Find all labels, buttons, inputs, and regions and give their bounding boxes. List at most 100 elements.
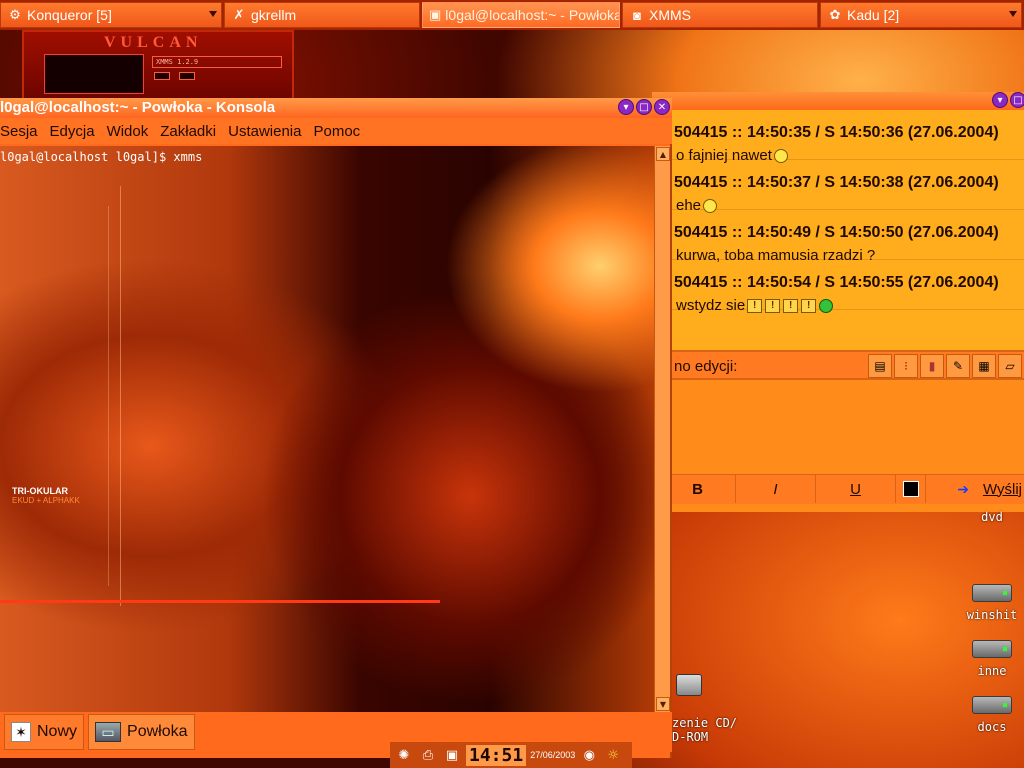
task-gkrellm[interactable]: ✗ gkrellm [224, 2, 420, 28]
exclamation-icon: ! [801, 298, 817, 313]
menu-pomoc[interactable]: Pomoc [313, 123, 360, 140]
exclamation-icon: ! [747, 298, 763, 313]
task-xmms[interactable]: ◙ XMMS [622, 2, 818, 28]
hard-drive-icon [972, 696, 1012, 714]
green-face-icon [819, 298, 834, 313]
desktop-icon-docs[interactable]: docs [962, 696, 1022, 734]
new-session-icon: ✶ [11, 722, 31, 742]
wallpaper-line [120, 186, 121, 606]
konsole-window: l0gal@localhost:~ - Powłoka - Konsola ▾ … [0, 98, 672, 758]
lock-icon[interactable]: ▮ [920, 354, 944, 378]
cdrom-icon [676, 674, 702, 696]
system-tray: ✺ ⎙ ▣ 14:51 27/06/2003 ◉ ☼ [390, 742, 632, 768]
menu-bar: Sesja Edycja Widok Zakładki Ustawienia P… [0, 118, 672, 144]
italic-button[interactable]: I [736, 475, 816, 503]
address-book-icon[interactable]: ▦ [972, 354, 996, 378]
desktop-icon-label: inne [977, 664, 1007, 678]
wallpaper-text: TRI-OKULAR EKUD + ALPHAKK [12, 486, 80, 506]
traffic-light-icon[interactable]: ⁝ [894, 354, 918, 378]
monitor-icon[interactable]: ▣ [442, 745, 462, 765]
task-label: XMMS [649, 7, 691, 23]
scrollbar[interactable]: ▲ ▼ [654, 146, 670, 712]
wallpaper-text-line: EKUD + ALPHAKK [12, 496, 80, 505]
xmms-icon: ◙ [633, 7, 641, 23]
chevron-down-icon[interactable] [1009, 11, 1017, 17]
konsole-titlebar[interactable]: l0gal@localhost:~ - Powłoka - Konsola ▾ … [0, 98, 672, 118]
konqueror-icon: ⚙ [9, 7, 21, 22]
desktop-icon-winshit[interactable]: winshit [962, 584, 1022, 622]
gkrellm-icon: ✗ [233, 7, 245, 22]
pen-icon[interactable]: ✎ [946, 354, 970, 378]
menu-ustawienia[interactable]: Ustawienia [228, 123, 301, 140]
desktop-icon-cdrom[interactable]: zenie CD/ D-ROM [672, 660, 738, 744]
desktop-icon-label: zenie CD/ D-ROM [672, 716, 738, 744]
terminal-area[interactable]: l0gal@localhost l0gal]$ xmms TRI-OKULAR … [0, 146, 654, 712]
hard-drive-icon [972, 584, 1012, 602]
task-label: Kadu [2] [847, 7, 900, 23]
window-buttons: ▾ □ ✕ [618, 99, 670, 115]
task-konqueror[interactable]: ⚙ Konqueror [5] [0, 2, 222, 28]
xmms-button[interactable] [154, 72, 170, 80]
top-taskbar: ⚙ Konqueror [5] ✗ gkrellm ▣ l0gal@localh… [0, 0, 1024, 30]
desktop-icon-label: docs [977, 720, 1007, 734]
maximize-icon[interactable]: □ [1010, 92, 1024, 108]
color-button[interactable] [896, 475, 926, 503]
kadu-icon: ✿ [829, 7, 841, 22]
sun-icon[interactable]: ☼ [603, 745, 623, 765]
minimize-icon[interactable]: ▾ [618, 99, 634, 115]
chevron-down-icon[interactable] [209, 11, 217, 17]
task-konsole[interactable]: ▣ l0gal@localhost:~ - Powłoka [422, 2, 620, 28]
hard-drive-icon [972, 640, 1012, 658]
message-header: 504415 :: 14:50:49 / S 14:50:50 (27.06.2… [674, 224, 999, 241]
chat-message: 504415 :: 14:50:35 / S 14:50:36 (27.06.2… [652, 110, 1024, 164]
message-header: 504415 :: 14:50:54 / S 14:50:55 (27.06.2… [674, 274, 999, 291]
color-swatch-icon [902, 481, 919, 497]
network-icon[interactable]: ✺ [394, 745, 414, 765]
menu-widok[interactable]: Widok [107, 123, 149, 140]
message-header: 504415 :: 14:50:37 / S 14:50:38 (27.06.2… [674, 174, 999, 191]
xmms-logo: VULCAN [104, 34, 203, 51]
task-label: Konqueror [5] [27, 7, 112, 23]
tab-powloka[interactable]: ▭ Powłoka [88, 714, 195, 750]
wallpaper-line [108, 206, 109, 586]
menu-zakladki[interactable]: Zakładki [160, 123, 216, 140]
printer-icon[interactable]: ⎙ [418, 745, 438, 765]
message-input[interactable] [652, 382, 1024, 474]
task-label: l0gal@localhost:~ - Powłoka [445, 7, 620, 23]
underline-button[interactable]: U [816, 475, 896, 503]
wallpaper-text-line: TRI-OKULAR [12, 486, 68, 496]
globe-icon[interactable]: ◉ [579, 745, 599, 765]
clear-icon[interactable]: ▱ [998, 354, 1022, 378]
menu-edycja[interactable]: Edycja [50, 123, 95, 140]
kadu-titlebar[interactable]: ▾ □ [652, 92, 1024, 110]
scroll-up-icon[interactable]: ▲ [656, 147, 670, 161]
minimize-icon[interactable]: ▾ [992, 92, 1008, 108]
close-icon[interactable]: ✕ [654, 99, 670, 115]
xmms-player[interactable]: VULCAN XMMS 1.2.9 [22, 30, 294, 100]
message-body: wstydz sie ! ! ! ! [676, 297, 834, 314]
tray-date: 27/06/2003 [530, 750, 576, 760]
send-button[interactable]: ➔ Wyślij [926, 475, 1024, 503]
scroll-down-icon[interactable]: ▼ [656, 697, 670, 711]
task-kadu[interactable]: ✿ Kadu [2] [820, 2, 1022, 28]
send-label: Wyślij [982, 480, 1022, 498]
window-title: l0gal@localhost:~ - Powłoka - Konsola [0, 99, 276, 116]
xmms-button[interactable] [179, 72, 195, 80]
history-icon[interactable]: ▤ [868, 354, 892, 378]
clock[interactable]: 14:51 [466, 744, 527, 766]
message-header: 504415 :: 14:50:35 / S 14:50:36 (27.06.2… [674, 124, 999, 141]
tab-new-session[interactable]: ✶ Nowy [4, 714, 85, 750]
chat-message: 504415 :: 14:50:37 / S 14:50:38 (27.06.2… [652, 160, 1024, 214]
maximize-icon[interactable]: □ [636, 99, 652, 115]
desktop-icon-inne[interactable]: inne [962, 640, 1022, 678]
desktop-icon-dvd[interactable]: dvd [964, 510, 1020, 524]
xmms-version: XMMS 1.2.9 [152, 56, 282, 68]
window-buttons: ▾ □ [992, 92, 1024, 108]
edit-label: no edycji: [674, 358, 738, 375]
chat-message: 504415 :: 14:50:49 / S 14:50:50 (27.06.2… [652, 210, 1024, 264]
edit-toolbar: no edycji: ▤ ⁝ ▮ ✎ ▦ ▱ [652, 350, 1024, 380]
menu-sesja[interactable]: Sesja [0, 123, 38, 140]
terminal-icon: ▣ [429, 7, 442, 22]
tab-label: Nowy [37, 723, 78, 740]
exclamation-icon: ! [783, 298, 799, 313]
